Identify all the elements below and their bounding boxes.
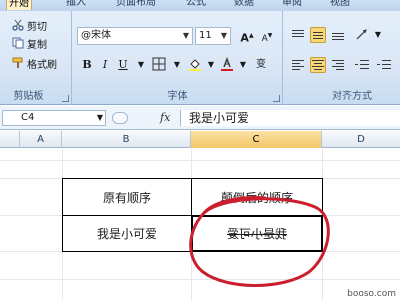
align-left-icon[interactable] bbox=[290, 57, 306, 73]
font-name-value: @宋体 bbox=[81, 30, 111, 41]
tab-data[interactable]: 数据 bbox=[232, 0, 256, 10]
increase-indent-icon[interactable] bbox=[376, 57, 392, 73]
formula-bar: C4 ▼ fx 我是小可爱 bbox=[0, 106, 400, 130]
copy-label: 复制 bbox=[27, 39, 47, 51]
column-header-d[interactable]: D bbox=[322, 131, 400, 148]
font-size-combo[interactable]: 11 ▼ bbox=[195, 27, 231, 45]
clipboard-launcher-icon[interactable] bbox=[62, 95, 69, 102]
cut-label: 剪切 bbox=[27, 21, 47, 33]
cell-b3[interactable]: 原有顺序 bbox=[62, 178, 192, 216]
border-icon bbox=[152, 57, 166, 71]
chevron-down-icon[interactable]: ▼ bbox=[180, 28, 192, 44]
font-group: @宋体 ▼ 11 ▼ A▲ A▼ B I U ▼ ▼ ▼ ▼ 变 字体 bbox=[73, 11, 283, 105]
name-box[interactable]: C4 ▼ bbox=[2, 110, 106, 126]
alignment-group-label: 对齐方式 bbox=[332, 91, 372, 102]
tab-insert[interactable]: 插入 bbox=[64, 0, 88, 10]
name-box-value: C4 bbox=[21, 112, 35, 123]
clipboard-group: 剪切 复制 格式刷 剪贴板 bbox=[0, 11, 72, 105]
tab-view[interactable]: 视图 bbox=[328, 0, 352, 10]
align-right-icon[interactable] bbox=[330, 57, 346, 73]
italic-button[interactable]: I bbox=[97, 57, 113, 73]
select-all-corner[interactable] bbox=[0, 131, 20, 148]
formula-bar-resize-handle[interactable] bbox=[112, 112, 128, 124]
formula-input[interactable]: 我是小可爱 bbox=[180, 110, 400, 126]
chevron-down-icon[interactable]: ▼ bbox=[370, 27, 386, 43]
chevron-down-icon[interactable]: ▼ bbox=[235, 57, 251, 73]
annotation-circle bbox=[189, 196, 330, 287]
column-header-a[interactable]: A bbox=[20, 131, 62, 148]
paintbrush-icon bbox=[12, 57, 24, 69]
align-top-icon[interactable] bbox=[290, 27, 306, 43]
watermark: booso.com bbox=[345, 289, 398, 299]
phonetic-label: 变 bbox=[256, 59, 266, 70]
font-name-combo[interactable]: @宋体 ▼ bbox=[77, 27, 193, 45]
phonetic-button[interactable]: 变 bbox=[253, 57, 269, 73]
ribbon-tab-bar: 开始 插入 页面布局 公式 数据 审阅 视图 bbox=[0, 0, 400, 11]
copy-icon bbox=[12, 37, 24, 49]
column-headers: A B C D bbox=[0, 131, 400, 148]
decrease-indent-icon[interactable] bbox=[354, 57, 370, 73]
bold-button[interactable]: B bbox=[79, 57, 95, 73]
font-group-label: 字体 bbox=[167, 91, 188, 102]
shrink-font-button[interactable]: A▼ bbox=[259, 28, 275, 44]
clipboard-group-label: 剪贴板 bbox=[13, 91, 44, 102]
tab-review[interactable]: 审阅 bbox=[280, 0, 304, 10]
column-header-c[interactable]: C bbox=[191, 131, 322, 148]
format-painter-label: 格式刷 bbox=[27, 59, 57, 71]
tab-home[interactable]: 开始 bbox=[6, 0, 32, 10]
tab-formulas[interactable]: 公式 bbox=[184, 0, 208, 10]
ribbon: 剪切 复制 格式刷 剪贴板 @宋体 ▼ 11 ▼ A▲ A▼ B I U ▼ ▼… bbox=[0, 11, 400, 105]
font-launcher-icon[interactable] bbox=[273, 95, 280, 102]
chevron-down-icon[interactable]: ▼ bbox=[169, 57, 185, 73]
cell-b4[interactable]: 我是小可爱 bbox=[62, 215, 192, 252]
underline-button[interactable]: U bbox=[115, 57, 131, 73]
grid-line bbox=[0, 160, 400, 161]
font-color-button[interactable] bbox=[219, 57, 235, 73]
align-middle-icon[interactable] bbox=[310, 27, 326, 43]
tab-page-layout[interactable]: 页面布局 bbox=[114, 0, 158, 10]
align-center-icon[interactable] bbox=[310, 57, 326, 73]
original-value: 我是小可爱 bbox=[96, 227, 157, 241]
font-size-value: 11 bbox=[199, 30, 212, 41]
copy-button[interactable]: 复制 bbox=[12, 35, 47, 51]
insert-function-button[interactable]: fx bbox=[160, 111, 170, 124]
orientation-icon[interactable] bbox=[354, 27, 370, 43]
chevron-down-icon[interactable]: ▼ bbox=[97, 111, 103, 125]
paint-bucket-icon bbox=[189, 59, 201, 71]
chevron-down-icon[interactable]: ▼ bbox=[218, 28, 230, 44]
alignment-group: ▼ 对齐方式 bbox=[284, 11, 400, 105]
border-button[interactable] bbox=[151, 57, 167, 73]
cut-button[interactable]: 剪切 bbox=[12, 17, 47, 33]
format-painter-button[interactable]: 格式刷 bbox=[12, 55, 57, 71]
chevron-down-icon[interactable]: ▼ bbox=[133, 57, 149, 73]
align-bottom-icon[interactable] bbox=[330, 27, 346, 43]
column-header-b[interactable]: B bbox=[62, 131, 191, 148]
grow-font-button[interactable]: A▲ bbox=[239, 28, 255, 45]
grow-font-label: A bbox=[240, 31, 249, 45]
fill-color-button[interactable] bbox=[187, 57, 203, 73]
scissors-icon bbox=[12, 19, 24, 31]
chevron-down-icon[interactable]: ▼ bbox=[203, 57, 219, 73]
font-color-icon bbox=[221, 57, 233, 71]
header-original-order: 原有顺序 bbox=[102, 190, 151, 205]
